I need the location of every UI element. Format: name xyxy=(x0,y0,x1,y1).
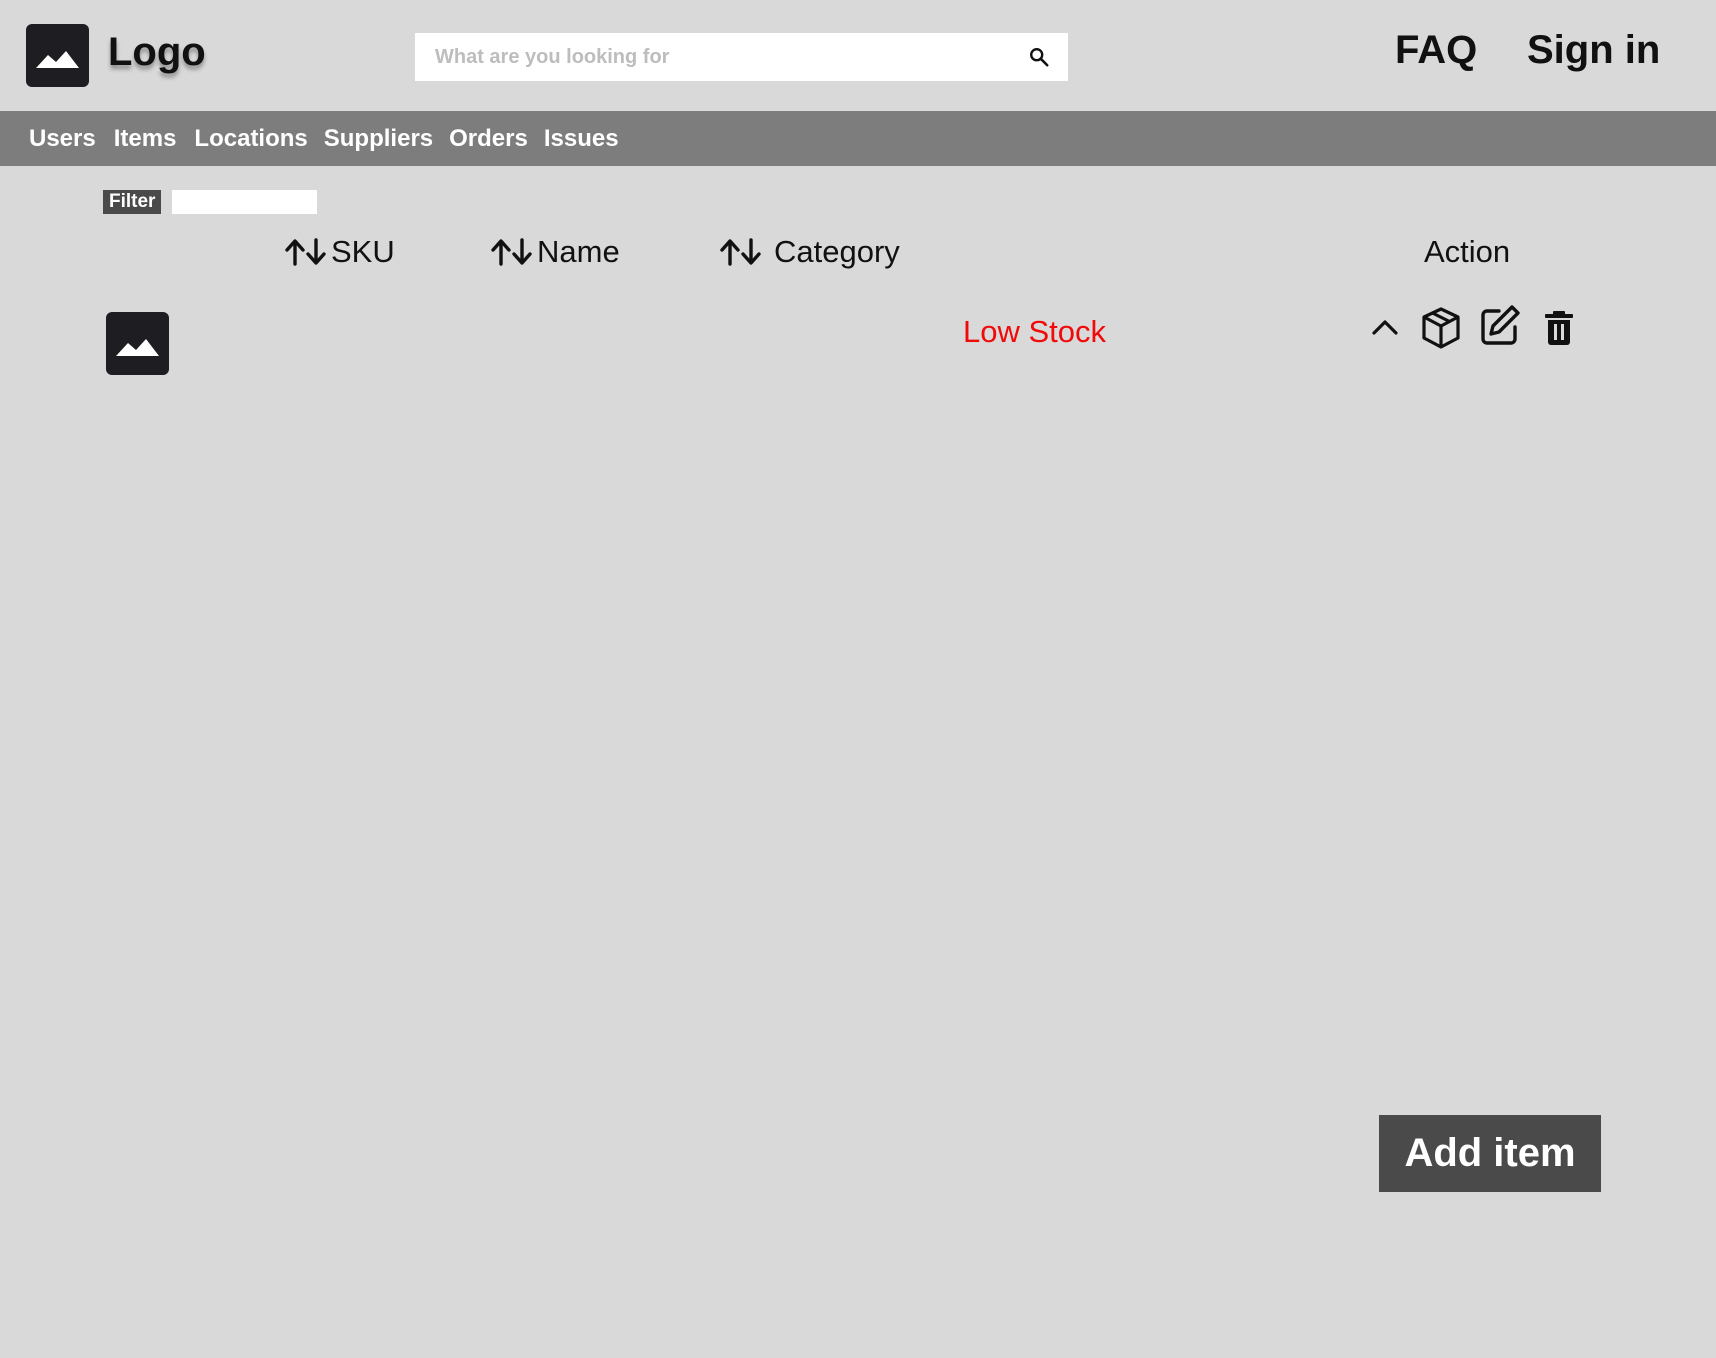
faq-link[interactable]: FAQ xyxy=(1395,28,1477,73)
search-bar xyxy=(415,33,1068,81)
box-icon[interactable] xyxy=(1418,305,1464,351)
filter-input[interactable] xyxy=(172,190,317,214)
status-badge: Low Stock xyxy=(963,314,1107,349)
nav-item-locations[interactable]: Locations xyxy=(194,125,307,153)
edit-icon[interactable] xyxy=(1477,303,1523,349)
column-header-name: Name xyxy=(489,234,620,270)
nav-item-users[interactable]: Users xyxy=(29,125,96,153)
item-image-icon xyxy=(106,312,169,375)
nav-item-orders[interactable]: Orders xyxy=(449,125,528,153)
filter-label: Filter xyxy=(103,190,162,214)
trash-icon[interactable] xyxy=(1544,310,1574,346)
search-input[interactable] xyxy=(415,33,1005,81)
nav-item-suppliers[interactable]: Suppliers xyxy=(324,125,433,153)
logo-text[interactable]: Logo xyxy=(108,30,206,75)
sign-in-link[interactable]: Sign in xyxy=(1527,28,1660,73)
column-header-sku: SKU xyxy=(283,234,395,270)
sort-icon[interactable] xyxy=(718,235,764,269)
nav-item-issues[interactable]: Issues xyxy=(544,125,619,153)
main-nav: Users Items Locations Suppliers Orders I… xyxy=(0,111,1716,166)
add-item-button[interactable]: Add item xyxy=(1379,1115,1601,1192)
column-header-label: Category xyxy=(774,234,900,269)
logo-image-icon[interactable] xyxy=(26,24,89,87)
table-row: Low Stock xyxy=(0,300,1716,390)
column-header-category: Category xyxy=(718,234,900,270)
nav-item-items[interactable]: Items xyxy=(114,125,177,153)
search-icon[interactable] xyxy=(1028,46,1050,68)
column-header-label: Name xyxy=(537,234,620,269)
column-header-label: SKU xyxy=(331,234,395,269)
header: Logo FAQ Sign in xyxy=(0,0,1716,111)
page: Logo FAQ Sign in Users Items Locations S… xyxy=(0,0,1716,1358)
sort-icon[interactable] xyxy=(489,235,535,269)
column-header-action: Action xyxy=(1424,234,1511,269)
chevron-up-icon[interactable] xyxy=(1370,317,1400,337)
sort-icon[interactable] xyxy=(283,235,329,269)
